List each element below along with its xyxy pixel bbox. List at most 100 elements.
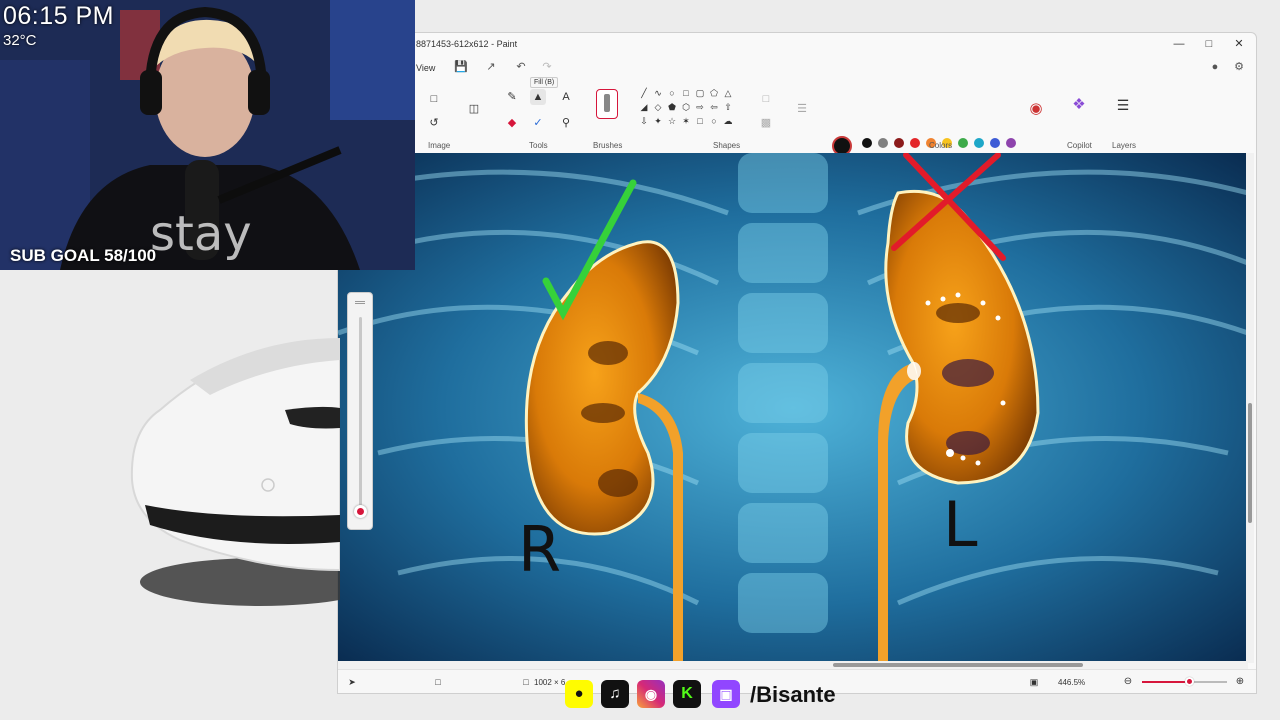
vertical-scrollbar[interactable]: [1246, 153, 1254, 663]
zoom-slider-fill: [1142, 681, 1188, 683]
selection-size-icon: □: [435, 677, 441, 687]
oval-shape-icon[interactable]: ○: [666, 88, 678, 98]
callout-cloud-shape-icon[interactable]: ☁: [722, 116, 734, 127]
star5-shape-icon[interactable]: ☆: [666, 116, 678, 127]
group-colors: Colors: [929, 141, 953, 150]
slider-grip-icon[interactable]: [355, 301, 365, 304]
color-picker-icon[interactable]: ✓: [530, 115, 546, 131]
line-shape-icon[interactable]: ╱: [638, 88, 650, 99]
arrow-up-shape-icon[interactable]: ⇧: [722, 102, 734, 113]
brush-button[interactable]: [596, 89, 618, 119]
select-icon[interactable]: □: [426, 91, 442, 107]
zoom-level[interactable]: 446.5%: [1058, 678, 1085, 687]
polygon-shape-icon[interactable]: ⬠: [708, 88, 720, 99]
account-icon[interactable]: ●: [1206, 59, 1224, 75]
fit-to-window-icon[interactable]: ▣: [1026, 674, 1042, 690]
magnifier-icon[interactable]: ⚲: [558, 115, 574, 131]
zoom-slider[interactable]: [1142, 677, 1227, 686]
hexagon-shape-icon[interactable]: ⬡: [680, 102, 692, 113]
maximize-button[interactable]: □: [1198, 36, 1220, 52]
zoom-slider-knob[interactable]: [1185, 677, 1194, 686]
redo-icon[interactable]: ↷: [538, 59, 556, 75]
menu-view[interactable]: View: [416, 63, 435, 73]
pentagon-shape-icon[interactable]: ⬟: [666, 102, 678, 113]
svg-text:stay: stay: [150, 206, 252, 262]
horizontal-scrollbar[interactable]: [338, 661, 1248, 669]
temperature: 32°C: [3, 32, 37, 49]
color-swatch[interactable]: [974, 138, 984, 148]
title-bar: 8871453-612x612 - Paint — □ ✕: [338, 33, 1256, 53]
rotate-icon[interactable]: ↺: [426, 115, 442, 131]
crop-icon[interactable]: ◫: [466, 101, 482, 117]
close-button[interactable]: ✕: [1228, 36, 1250, 52]
kick-icon: K: [673, 680, 701, 708]
streamer-video: stay: [0, 0, 415, 270]
color-swatch[interactable]: [894, 138, 904, 148]
tiktok-icon: ♫: [601, 680, 629, 708]
fill-style-icon[interactable]: ▩: [758, 115, 774, 131]
callout-rect-shape-icon[interactable]: □: [694, 116, 706, 126]
color-swatch[interactable]: [910, 138, 920, 148]
callout-oval-shape-icon[interactable]: ○: [708, 116, 720, 126]
layers-icon[interactable]: ☰: [1115, 97, 1131, 113]
color-swatch[interactable]: [862, 138, 872, 148]
share-icon[interactable]: ↗: [482, 59, 500, 75]
group-copilot: Copilot: [1067, 141, 1092, 150]
diamond-shape-icon[interactable]: ◇: [652, 102, 664, 113]
canvas-size-icon: □: [523, 677, 529, 687]
arrow-left-shape-icon[interactable]: ⇦: [708, 102, 720, 113]
brush-icon: [604, 94, 610, 112]
color-swatch[interactable]: [990, 138, 1000, 148]
brush-size-slider[interactable]: [347, 292, 373, 530]
menu-row: View 💾 ↗ ↶ ↷ ● ⚙: [338, 57, 1256, 77]
text-icon[interactable]: A: [558, 89, 574, 105]
zoom-in-icon[interactable]: ⊕: [1232, 674, 1248, 690]
arrow-down-shape-icon[interactable]: ⇩: [638, 116, 650, 127]
social-handle: /Bisante: [750, 682, 836, 707]
brush-size-knob[interactable]: [354, 505, 367, 518]
window-title: 8871453-612x612 - Paint: [416, 39, 518, 49]
star4-shape-icon[interactable]: ✦: [652, 116, 664, 127]
color-swatch[interactable]: [878, 138, 888, 148]
group-tools: Tools: [529, 141, 548, 150]
pencil-icon[interactable]: ✎: [504, 89, 520, 105]
paint-window: 8871453-612x612 - Paint — □ ✕ View 💾 ↗ ↶…: [337, 32, 1257, 694]
arrow-right-shape-icon[interactable]: ⇨: [694, 102, 706, 113]
star6-shape-icon[interactable]: ✶: [680, 116, 692, 127]
twitch-icon: ▣: [712, 680, 740, 708]
right-triangle-shape-icon[interactable]: ◢: [638, 102, 650, 113]
settings-icon[interactable]: ⚙: [1230, 59, 1248, 75]
minimize-button[interactable]: —: [1168, 36, 1190, 52]
pointer-icon: ➤: [348, 677, 356, 687]
left-label: L: [943, 488, 978, 561]
color-swatch[interactable]: [958, 138, 968, 148]
undo-icon[interactable]: ↶: [512, 59, 530, 75]
outline-icon[interactable]: □: [758, 91, 774, 107]
rectangle-shape-icon[interactable]: □: [680, 88, 692, 98]
drawing-canvas[interactable]: R L: [338, 153, 1248, 663]
vertical-scroll-thumb[interactable]: [1248, 403, 1252, 523]
edit-colors-icon[interactable]: ◉: [1028, 101, 1044, 117]
instagram-icon: ◉: [637, 680, 665, 708]
eraser-icon[interactable]: ◆: [504, 115, 520, 131]
color-swatch[interactable]: [1006, 138, 1016, 148]
clock: 06:15 PM: [3, 2, 115, 30]
snapchat-icon: ●: [565, 680, 593, 708]
group-brushes: Brushes: [593, 141, 623, 150]
sub-goal: SUB GOAL 58/100: [10, 246, 157, 265]
copilot-icon[interactable]: ❖: [1071, 97, 1087, 113]
size-icon[interactable]: ☰: [794, 101, 810, 117]
triangle-shape-icon[interactable]: △: [722, 88, 734, 99]
rounded-rect-shape-icon[interactable]: ▢: [694, 88, 706, 99]
brush-size-track: [359, 317, 362, 509]
fill-icon[interactable]: ▲: [530, 89, 546, 105]
group-shapes: Shapes: [713, 141, 741, 150]
canvas-dimensions: 1002 × 6: [534, 678, 566, 687]
zoom-out-icon[interactable]: ⊖: [1120, 674, 1136, 690]
kidney-image: [338, 153, 1248, 663]
shapes-gallery[interactable]: ╱ ∿ ○ □ ▢ ⬠ △ ◢ ◇ ⬟ ⬡ ⇨ ⇦ ⇧ ⇩ ✦ ☆ ✶ □ ○: [638, 88, 748, 134]
save-icon[interactable]: 💾: [452, 59, 470, 75]
curve-shape-icon[interactable]: ∿: [652, 88, 664, 99]
horizontal-scroll-thumb[interactable]: [833, 663, 1083, 667]
webcam-overlay: stay 06:15 PM 32°C SUB GOAL 58/100: [0, 0, 415, 270]
